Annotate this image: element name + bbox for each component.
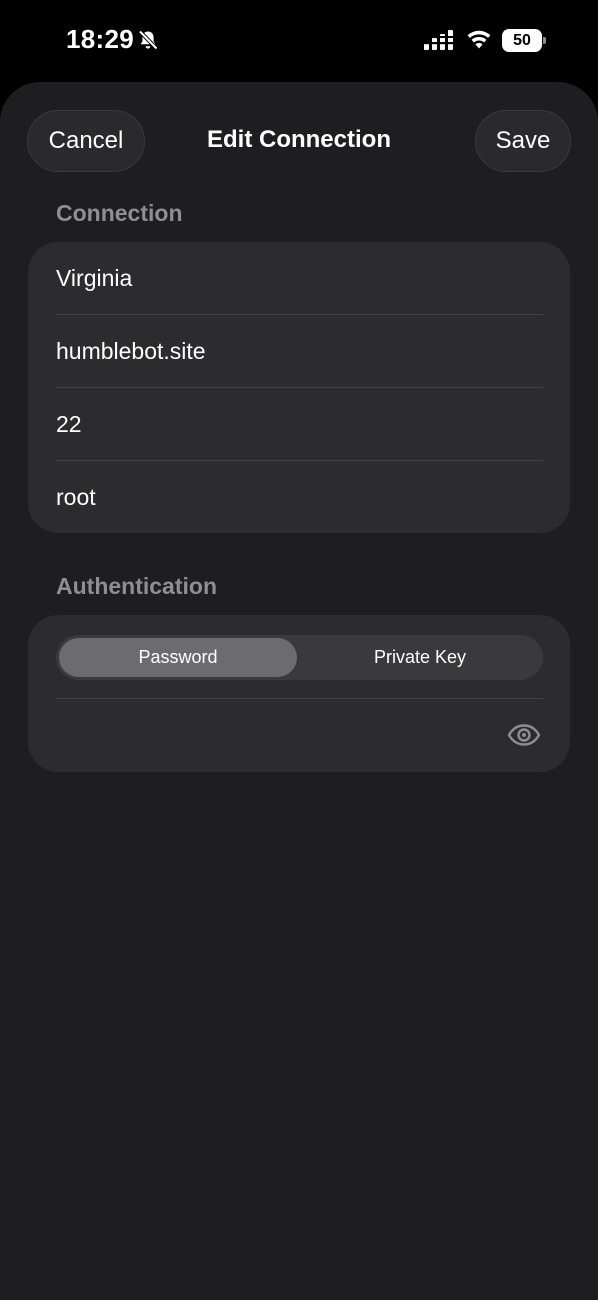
name-field[interactable]: Virginia xyxy=(56,242,543,315)
status-bar: 18:29 50 xyxy=(0,0,598,82)
authentication-card: Password Private Key xyxy=(28,615,570,772)
connection-section-header: Connection xyxy=(56,200,183,226)
battery-level: 50 xyxy=(502,29,542,52)
password-field[interactable] xyxy=(56,699,496,772)
status-time: 18:29 xyxy=(66,24,134,54)
eye-icon[interactable] xyxy=(507,723,541,747)
port-field[interactable]: 22 xyxy=(56,388,543,461)
host-field[interactable]: humblebot.site xyxy=(56,315,543,388)
battery-icon: 50 xyxy=(502,29,546,52)
connection-card: Virginia humblebot.site 22 root xyxy=(28,242,570,533)
battery-cap xyxy=(543,37,546,44)
save-button[interactable]: Save xyxy=(475,110,571,172)
edit-connection-sheet: Cancel Edit Connection Save Connection V… xyxy=(0,82,598,1300)
authentication-section-header: Authentication xyxy=(56,573,217,599)
bell-slash-icon xyxy=(138,30,158,50)
username-field[interactable]: root xyxy=(56,461,543,534)
segment-password[interactable]: Password xyxy=(59,638,297,677)
wifi-icon xyxy=(467,30,491,49)
segment-private-key[interactable]: Private Key xyxy=(301,638,539,677)
auth-method-segmented-control: Password Private Key xyxy=(56,635,543,680)
cellular-signal-icon xyxy=(424,30,453,50)
